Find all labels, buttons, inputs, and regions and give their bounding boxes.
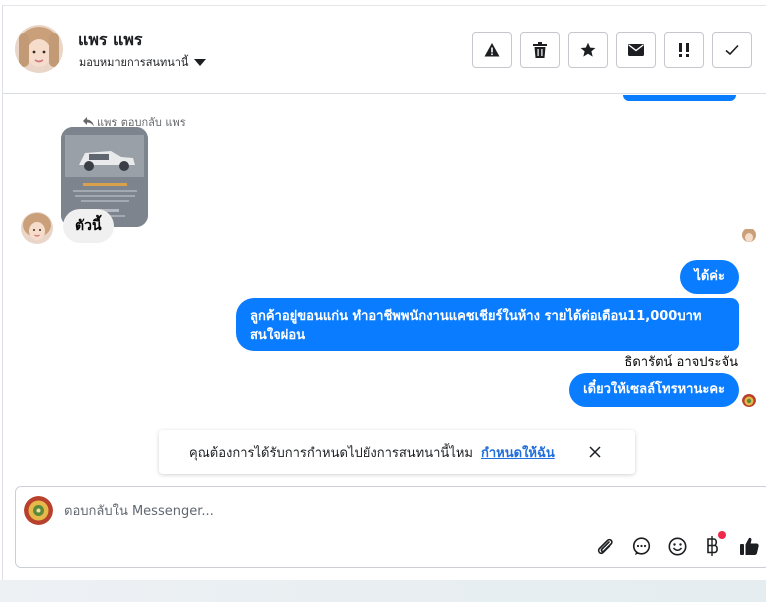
thumbs-up-icon [739, 537, 759, 555]
checkmark-icon [725, 44, 739, 56]
sender-name: ธิดารัตน์ อาจประจัน [624, 355, 738, 370]
contact-avatar-small[interactable] [21, 212, 53, 244]
page-avatar [24, 496, 53, 525]
star-icon [580, 42, 596, 57]
outgoing-message-bubble-partial [623, 95, 736, 101]
mark-done-button[interactable] [712, 32, 752, 68]
outgoing-message: เดี๋ยวให้เซลล์โทรหานะคะ [569, 373, 739, 407]
star-button[interactable] [568, 32, 608, 68]
reply-arrow-icon [83, 117, 94, 127]
reply-input[interactable] [64, 501, 564, 521]
contact-name: แพร แพร [78, 30, 143, 49]
saved-replies-button[interactable] [630, 535, 652, 557]
double-exclamation-icon [679, 43, 689, 57]
caret-down-icon [194, 58, 207, 66]
message-composer [15, 486, 766, 568]
like-button[interactable] [738, 535, 760, 557]
spam-button[interactable] [472, 32, 512, 68]
delete-button[interactable] [520, 32, 560, 68]
envelope-icon [628, 44, 644, 56]
notification-dot [718, 531, 726, 539]
chat-bubble-icon [632, 536, 650, 555]
contact-avatar[interactable] [15, 25, 63, 73]
assign-to-me-link[interactable]: กำหนดให้ฉัน [481, 442, 555, 463]
messenger-panel: แพร แพร มอบหมายการสนทนานี้ แพร ตอบกลับ แ [0, 0, 766, 602]
follow-up-button[interactable] [664, 32, 704, 68]
assign-dropdown[interactable]: มอบหมายการสนทนานี้ [79, 53, 207, 71]
trash-icon [533, 42, 547, 58]
seen-avatar-page [742, 393, 756, 407]
assign-prompt-text: คุณต้องการได้รับการกำหนดไปยังการสนทนานี้… [189, 445, 473, 461]
warning-icon [484, 43, 500, 57]
baht-icon [707, 536, 718, 556]
incoming-message: ตัวนี้ [63, 209, 114, 243]
close-icon[interactable] [587, 444, 603, 460]
seen-avatar-contact [742, 228, 756, 242]
conversation-header: แพร แพร มอบหมายการสนทนานี้ [3, 6, 766, 94]
emoji-button[interactable] [666, 535, 688, 557]
page-footer-band [0, 580, 766, 602]
attach-button[interactable] [594, 535, 616, 557]
emoji-icon [668, 537, 686, 555]
mark-unread-button[interactable] [616, 32, 656, 68]
assign-label: มอบหมายการสนทนานี้ [79, 56, 189, 69]
assign-prompt: คุณต้องการได้รับการกำหนดไปยังการสนทนานี้… [159, 430, 635, 474]
paperclip-icon [597, 538, 613, 555]
message-thread: แพร ตอบกลับ แพร ตัวนี้ ได้ค่ะ ลูกค้าอยู่… [3, 95, 766, 485]
outgoing-message: ลูกค้าอยู่ขอนแก่น ทำอาชีพพนักงานแคชเชียร… [236, 298, 739, 351]
outgoing-message: ได้ค่ะ [680, 260, 739, 294]
